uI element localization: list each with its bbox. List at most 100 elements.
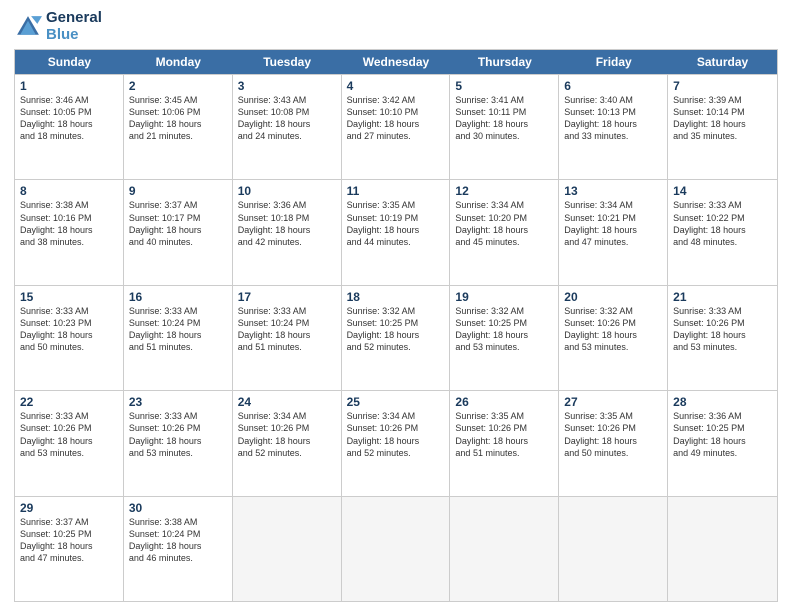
day-of-week-tuesday: Tuesday [233,50,342,74]
day-info: Sunrise: 3:36 AMSunset: 10:25 PMDaylight… [673,410,772,459]
day-number: 17 [238,290,336,304]
day-cell-16: 16Sunrise: 3:33 AMSunset: 10:24 PMDaylig… [124,286,233,390]
day-number: 27 [564,395,662,409]
empty-cell [233,497,342,601]
day-info: Sunrise: 3:35 AMSunset: 10:26 PMDaylight… [564,410,662,459]
day-number: 26 [455,395,553,409]
day-cell-25: 25Sunrise: 3:34 AMSunset: 10:26 PMDaylig… [342,391,451,495]
day-info: Sunrise: 3:32 AMSunset: 10:25 PMDaylight… [455,305,553,354]
day-info: Sunrise: 3:46 AMSunset: 10:05 PMDaylight… [20,94,118,143]
day-cell-2: 2Sunrise: 3:45 AMSunset: 10:06 PMDayligh… [124,75,233,179]
day-cell-3: 3Sunrise: 3:43 AMSunset: 10:08 PMDayligh… [233,75,342,179]
day-number: 13 [564,184,662,198]
calendar-week-2: 8Sunrise: 3:38 AMSunset: 10:16 PMDayligh… [15,179,777,284]
day-number: 6 [564,79,662,93]
day-number: 14 [673,184,772,198]
day-number: 8 [20,184,118,198]
day-cell-1: 1Sunrise: 3:46 AMSunset: 10:05 PMDayligh… [15,75,124,179]
day-number: 7 [673,79,772,93]
day-cell-21: 21Sunrise: 3:33 AMSunset: 10:26 PMDaylig… [668,286,777,390]
calendar-week-5: 29Sunrise: 3:37 AMSunset: 10:25 PMDaylig… [15,496,777,601]
day-number: 25 [347,395,445,409]
day-number: 4 [347,79,445,93]
day-info: Sunrise: 3:39 AMSunset: 10:14 PMDaylight… [673,94,772,143]
day-info: Sunrise: 3:33 AMSunset: 10:24 PMDaylight… [238,305,336,354]
day-info: Sunrise: 3:32 AMSunset: 10:25 PMDaylight… [347,305,445,354]
day-cell-23: 23Sunrise: 3:33 AMSunset: 10:26 PMDaylig… [124,391,233,495]
day-number: 19 [455,290,553,304]
day-cell-17: 17Sunrise: 3:33 AMSunset: 10:24 PMDaylig… [233,286,342,390]
day-cell-24: 24Sunrise: 3:34 AMSunset: 10:26 PMDaylig… [233,391,342,495]
day-cell-28: 28Sunrise: 3:36 AMSunset: 10:25 PMDaylig… [668,391,777,495]
day-number: 2 [129,79,227,93]
calendar-week-1: 1Sunrise: 3:46 AMSunset: 10:05 PMDayligh… [15,74,777,179]
day-number: 29 [20,501,118,515]
day-number: 30 [129,501,227,515]
day-of-week-sunday: Sunday [15,50,124,74]
day-info: Sunrise: 3:33 AMSunset: 10:26 PMDaylight… [20,410,118,459]
day-info: Sunrise: 3:33 AMSunset: 10:23 PMDaylight… [20,305,118,354]
day-cell-29: 29Sunrise: 3:37 AMSunset: 10:25 PMDaylig… [15,497,124,601]
day-number: 12 [455,184,553,198]
day-info: Sunrise: 3:41 AMSunset: 10:11 PMDaylight… [455,94,553,143]
day-cell-4: 4Sunrise: 3:42 AMSunset: 10:10 PMDayligh… [342,75,451,179]
day-of-week-friday: Friday [559,50,668,74]
day-number: 21 [673,290,772,304]
day-info: Sunrise: 3:36 AMSunset: 10:18 PMDaylight… [238,199,336,248]
day-info: Sunrise: 3:34 AMSunset: 10:26 PMDaylight… [347,410,445,459]
logo-text: General Blue [46,10,102,43]
day-cell-12: 12Sunrise: 3:34 AMSunset: 10:20 PMDaylig… [450,180,559,284]
day-cell-9: 9Sunrise: 3:37 AMSunset: 10:17 PMDayligh… [124,180,233,284]
day-number: 24 [238,395,336,409]
header: General Blue [14,10,778,43]
day-cell-18: 18Sunrise: 3:32 AMSunset: 10:25 PMDaylig… [342,286,451,390]
day-number: 3 [238,79,336,93]
calendar-week-4: 22Sunrise: 3:33 AMSunset: 10:26 PMDaylig… [15,390,777,495]
day-info: Sunrise: 3:43 AMSunset: 10:08 PMDaylight… [238,94,336,143]
calendar: SundayMondayTuesdayWednesdayThursdayFrid… [14,49,778,602]
day-info: Sunrise: 3:40 AMSunset: 10:13 PMDaylight… [564,94,662,143]
day-cell-7: 7Sunrise: 3:39 AMSunset: 10:14 PMDayligh… [668,75,777,179]
day-number: 15 [20,290,118,304]
day-info: Sunrise: 3:33 AMSunset: 10:22 PMDaylight… [673,199,772,248]
calendar-body: 1Sunrise: 3:46 AMSunset: 10:05 PMDayligh… [15,74,777,601]
empty-cell [668,497,777,601]
day-cell-8: 8Sunrise: 3:38 AMSunset: 10:16 PMDayligh… [15,180,124,284]
calendar-header: SundayMondayTuesdayWednesdayThursdayFrid… [15,50,777,74]
day-of-week-saturday: Saturday [668,50,777,74]
day-number: 28 [673,395,772,409]
day-info: Sunrise: 3:42 AMSunset: 10:10 PMDaylight… [347,94,445,143]
day-cell-26: 26Sunrise: 3:35 AMSunset: 10:26 PMDaylig… [450,391,559,495]
calendar-week-3: 15Sunrise: 3:33 AMSunset: 10:23 PMDaylig… [15,285,777,390]
day-number: 18 [347,290,445,304]
day-info: Sunrise: 3:33 AMSunset: 10:26 PMDaylight… [129,410,227,459]
day-cell-19: 19Sunrise: 3:32 AMSunset: 10:25 PMDaylig… [450,286,559,390]
day-info: Sunrise: 3:33 AMSunset: 10:26 PMDaylight… [673,305,772,354]
day-number: 1 [20,79,118,93]
day-info: Sunrise: 3:37 AMSunset: 10:25 PMDaylight… [20,516,118,565]
day-number: 23 [129,395,227,409]
day-cell-27: 27Sunrise: 3:35 AMSunset: 10:26 PMDaylig… [559,391,668,495]
day-info: Sunrise: 3:34 AMSunset: 10:21 PMDaylight… [564,199,662,248]
empty-cell [559,497,668,601]
logo-icon [14,13,42,41]
day-info: Sunrise: 3:32 AMSunset: 10:26 PMDaylight… [564,305,662,354]
day-of-week-thursday: Thursday [450,50,559,74]
day-info: Sunrise: 3:33 AMSunset: 10:24 PMDaylight… [129,305,227,354]
day-of-week-monday: Monday [124,50,233,74]
day-info: Sunrise: 3:37 AMSunset: 10:17 PMDaylight… [129,199,227,248]
day-number: 11 [347,184,445,198]
day-number: 16 [129,290,227,304]
day-cell-22: 22Sunrise: 3:33 AMSunset: 10:26 PMDaylig… [15,391,124,495]
day-info: Sunrise: 3:35 AMSunset: 10:26 PMDaylight… [455,410,553,459]
empty-cell [450,497,559,601]
day-info: Sunrise: 3:35 AMSunset: 10:19 PMDaylight… [347,199,445,248]
day-of-week-wednesday: Wednesday [342,50,451,74]
day-cell-20: 20Sunrise: 3:32 AMSunset: 10:26 PMDaylig… [559,286,668,390]
day-info: Sunrise: 3:34 AMSunset: 10:26 PMDaylight… [238,410,336,459]
day-info: Sunrise: 3:45 AMSunset: 10:06 PMDaylight… [129,94,227,143]
day-cell-5: 5Sunrise: 3:41 AMSunset: 10:11 PMDayligh… [450,75,559,179]
day-number: 22 [20,395,118,409]
day-cell-6: 6Sunrise: 3:40 AMSunset: 10:13 PMDayligh… [559,75,668,179]
day-number: 5 [455,79,553,93]
